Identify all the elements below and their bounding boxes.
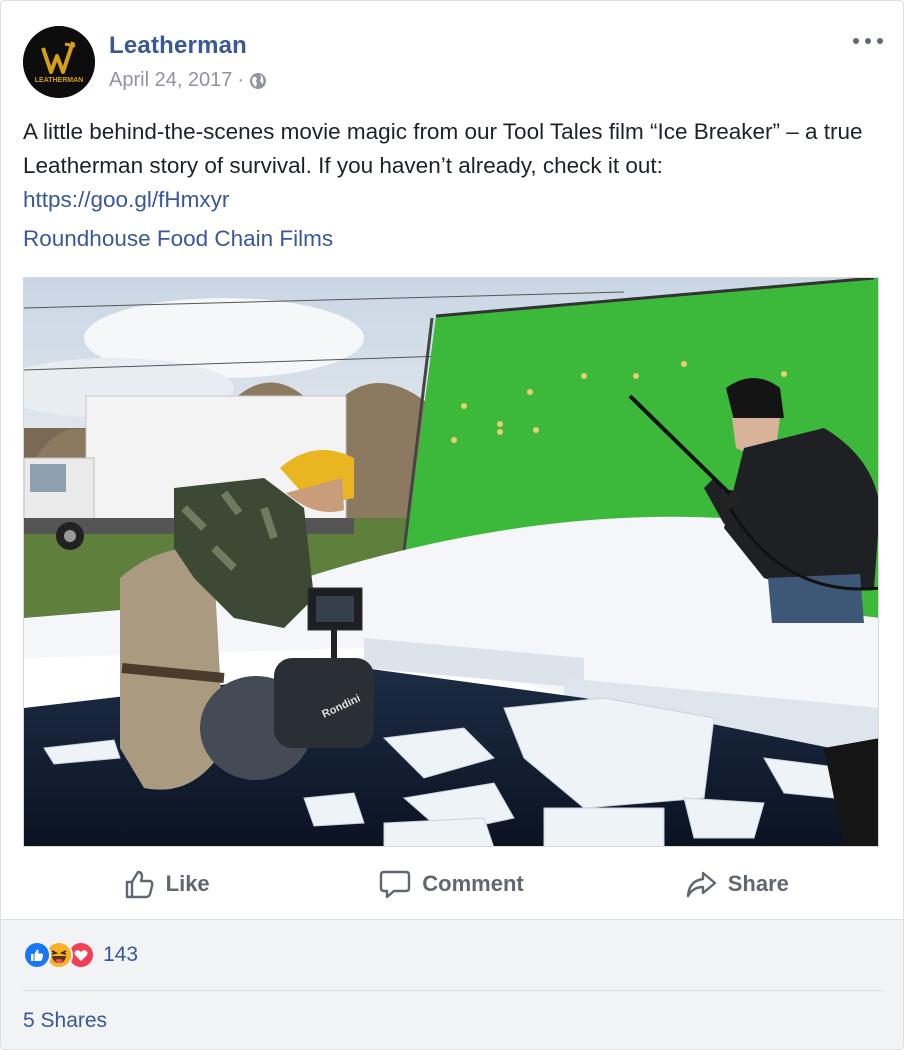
post-card: LEATHERMAN Leatherman April 24, 2017 · A… [0, 0, 904, 1050]
post-footer: 143 5 Shares [1, 919, 903, 1049]
avatar-text: LEATHERMAN [35, 77, 83, 84]
like-button[interactable]: Like [23, 851, 308, 917]
share-button[interactable]: Share [594, 851, 879, 917]
post-date[interactable]: April 24, 2017 [109, 69, 232, 92]
post-header: LEATHERMAN Leatherman April 24, 2017 · [23, 26, 883, 100]
meta-separator: · [237, 69, 245, 91]
shares-count-link[interactable]: 5 Shares [23, 1009, 107, 1033]
post-meta: April 24, 2017 · [109, 69, 267, 92]
share-label: Share [727, 871, 789, 896]
like-reaction-icon [23, 941, 51, 969]
footer-divider [23, 990, 883, 991]
post-text-body: A little behind-the-scenes movie magic f… [23, 119, 863, 178]
speech-bubble-icon [380, 870, 411, 899]
comment-button[interactable]: Comment [308, 851, 593, 917]
more-options-icon[interactable] [853, 32, 883, 50]
thumbs-up-icon [125, 870, 154, 899]
comment-label: Comment [422, 871, 524, 896]
action-bar: Like Comment Share [23, 851, 879, 917]
reaction-count: 143 [103, 943, 139, 966]
reactions-summary[interactable]: 143 [23, 940, 138, 970]
page-name-link[interactable]: Leatherman [109, 32, 247, 60]
avatar[interactable]: LEATHERMAN [23, 26, 95, 98]
post-text: A little behind-the-scenes movie magic f… [23, 115, 873, 217]
like-label: Like [165, 871, 210, 896]
credit-link[interactable]: Roundhouse Food Chain Films [23, 226, 333, 252]
share-arrow-icon [686, 871, 716, 898]
post-link[interactable]: https://goo.gl/fHmxyr [23, 187, 229, 212]
globe-icon[interactable] [249, 72, 267, 90]
post-photo[interactable]: Rondini [23, 277, 879, 847]
leatherman-logo: LEATHERMAN [23, 26, 95, 98]
